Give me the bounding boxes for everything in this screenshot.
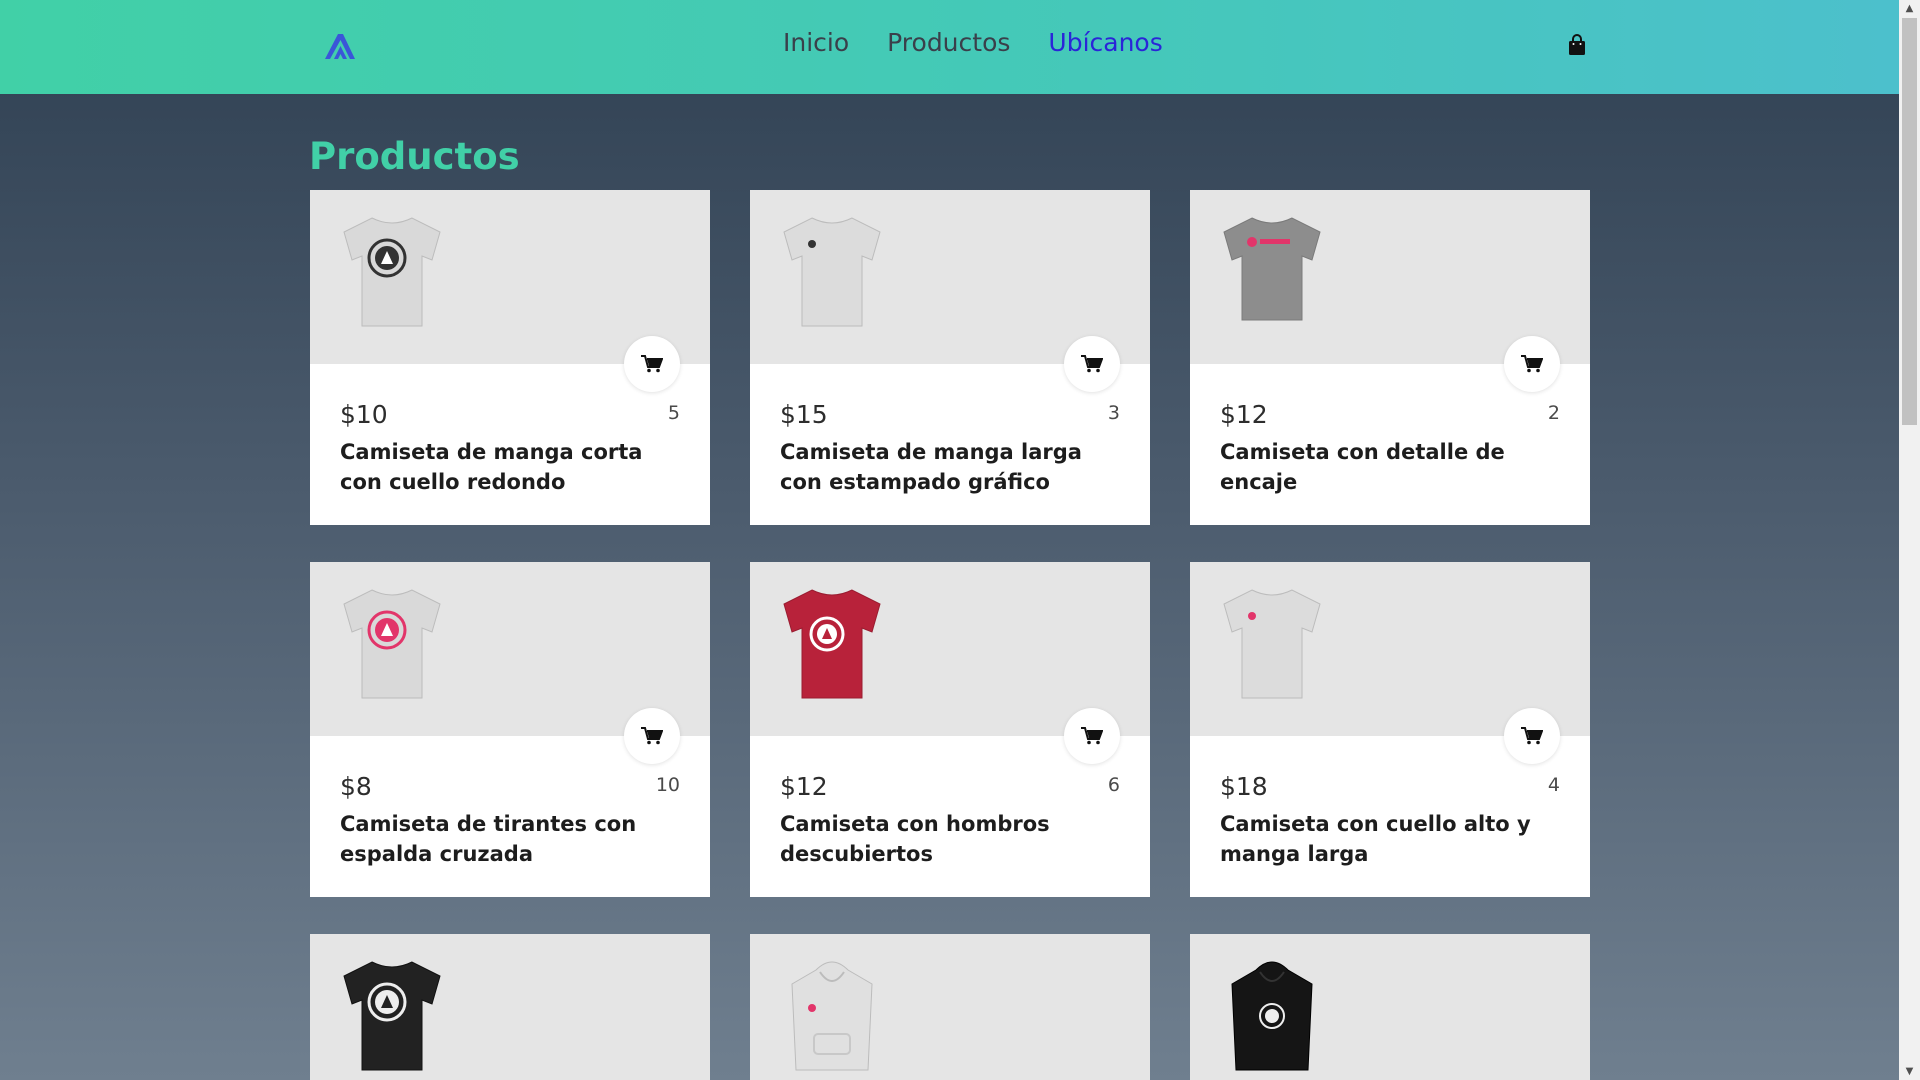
- product-image-area: [310, 190, 710, 392]
- scroll-up-arrow-icon[interactable]: ▲: [1899, 0, 1920, 17]
- product-info: $12 2 Camiseta con detalle de encaje: [1190, 364, 1590, 525]
- white-tshirt-image: [1223, 589, 1321, 699]
- product-image-area: [1190, 934, 1590, 1080]
- product-card: $12 6 Camiseta con hombros descubiertos: [750, 562, 1150, 897]
- product-price: $8: [340, 772, 372, 801]
- product-info: $10 5 Camiseta de manga corta con cuello…: [310, 364, 710, 525]
- product-card: [1190, 934, 1590, 1080]
- product-price: $15: [780, 400, 828, 429]
- academlo-logo-icon[interactable]: [321, 30, 359, 62]
- product-name: Camiseta con detalle de encaje: [1220, 440, 1505, 494]
- product-price: $18: [1220, 772, 1268, 801]
- page-title: Productos: [309, 135, 520, 178]
- gray-tshirt-image: [1223, 217, 1321, 321]
- black-tshirt-image: [343, 961, 441, 1071]
- nav-link-productos[interactable]: Productos: [887, 28, 1010, 57]
- white-hoodie-image: [791, 961, 873, 1071]
- product-image-area: [310, 562, 710, 764]
- product-card: $10 5 Camiseta de manga corta con cuello…: [310, 190, 710, 525]
- nav-link-inicio[interactable]: Inicio: [783, 28, 849, 57]
- vertical-scrollbar[interactable]: ▲ ▼: [1899, 0, 1920, 1080]
- product-stock: 6: [1107, 774, 1120, 796]
- product-name: Camiseta de tirantes con espalda cruzada: [340, 812, 637, 866]
- white-tshirt-image: [343, 217, 441, 327]
- product-image-area: [750, 190, 1150, 392]
- product-card: $15 3 Camiseta de manga larga con estamp…: [750, 190, 1150, 525]
- product-name: Camiseta con hombros descubiertos: [780, 812, 1050, 866]
- shopping-bag-icon[interactable]: [1567, 34, 1587, 56]
- product-info: $12 6 Camiseta con hombros descubiertos: [750, 736, 1150, 897]
- product-name: Camiseta con cuello alto y manga larga: [1220, 812, 1531, 866]
- product-stock: 10: [655, 774, 680, 796]
- product-price: $12: [780, 772, 828, 801]
- product-name: Camiseta de manga larga con estampado gr…: [780, 440, 1082, 494]
- product-image-area: [1190, 190, 1590, 392]
- product-image-area: [750, 562, 1150, 764]
- product-info: $15 3 Camiseta de manga larga con estamp…: [750, 364, 1150, 525]
- nav-link-ubicanos[interactable]: Ubícanos: [1048, 28, 1162, 57]
- product-card: $12 2 Camiseta con detalle de encaje: [1190, 190, 1590, 525]
- scroll-thumb[interactable]: [1902, 18, 1917, 425]
- product-image-area: [310, 934, 710, 1080]
- product-price: $10: [340, 400, 388, 429]
- product-name: Camiseta de manga corta con cuello redon…: [340, 440, 643, 494]
- product-stock: 2: [1547, 402, 1560, 424]
- main-nav: Inicio Productos Ubícanos: [783, 28, 1201, 57]
- scroll-down-arrow-icon[interactable]: ▼: [1899, 1063, 1920, 1080]
- product-info: $8 10 Camiseta de tirantes con espalda c…: [310, 736, 710, 897]
- product-card: [310, 934, 710, 1080]
- product-card: [750, 934, 1150, 1080]
- product-card: $18 4 Camiseta con cuello alto y manga l…: [1190, 562, 1590, 897]
- product-info: $18 4 Camiseta con cuello alto y manga l…: [1190, 736, 1590, 897]
- navbar: Inicio Productos Ubícanos: [0, 0, 1899, 94]
- product-price: $12: [1220, 400, 1268, 429]
- black-hoodie-image: [1231, 961, 1313, 1071]
- white-tshirt-image: [343, 589, 441, 699]
- product-stock: 4: [1547, 774, 1560, 796]
- product-image-area: [1190, 562, 1590, 764]
- product-card: $8 10 Camiseta de tirantes con espalda c…: [310, 562, 710, 897]
- product-image-area: [750, 934, 1150, 1080]
- product-stock: 3: [1107, 402, 1120, 424]
- white-tshirt-image: [783, 217, 881, 327]
- red-tshirt-image: [783, 589, 881, 699]
- product-stock: 5: [667, 402, 680, 424]
